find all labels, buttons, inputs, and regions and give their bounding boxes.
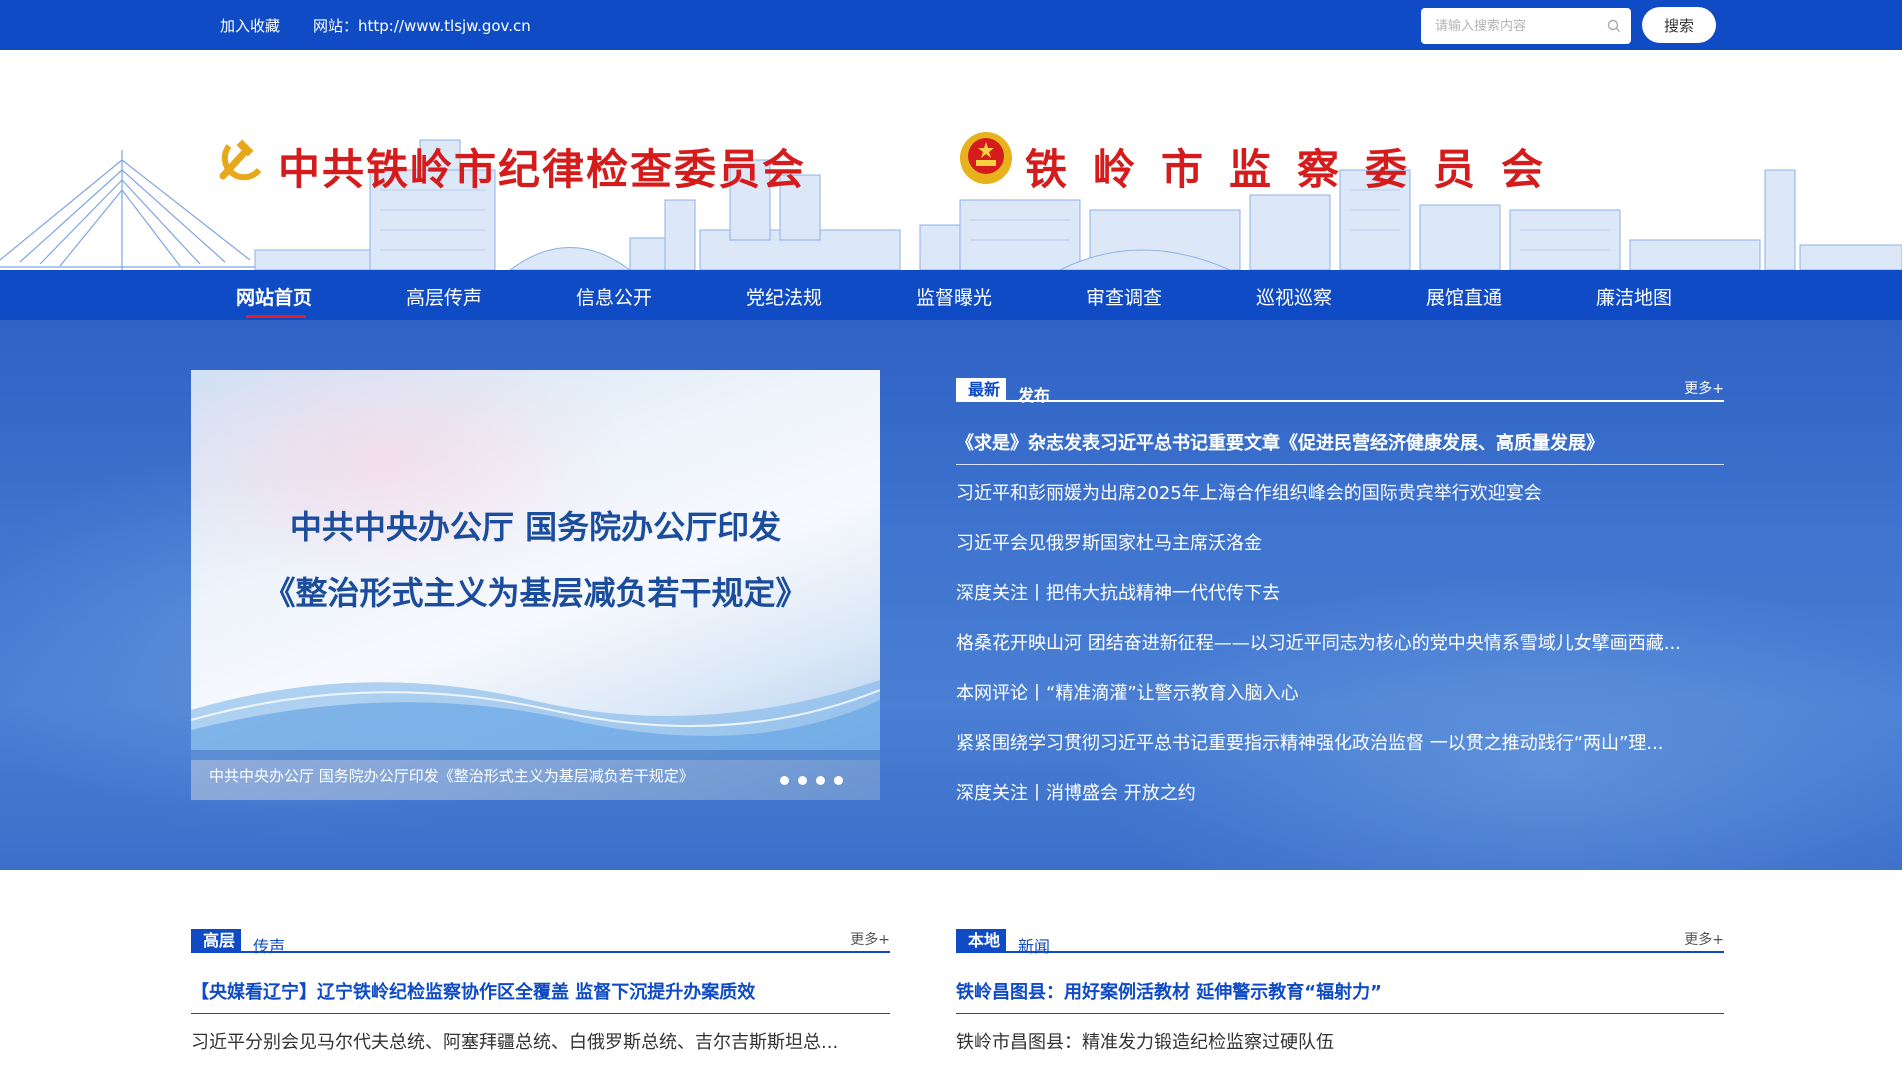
gaoceng-divider — [191, 1013, 890, 1014]
carousel-dot[interactable] — [798, 776, 807, 785]
nav-item-gaoceng[interactable]: 高层传声 — [406, 283, 482, 310]
latest-headline[interactable]: 《求是》杂志发表习近平总书记重要文章《促进民营经济健康发展、高质量发展》 — [956, 429, 1604, 455]
carousel-dot[interactable] — [834, 776, 843, 785]
party-emblem-icon — [219, 139, 262, 181]
gaoceng-news-item[interactable]: 习近平分别会见马尔代夫总统、阿塞拜疆总统、白俄罗斯总统、吉尔吉斯斯坦总... — [191, 1028, 838, 1054]
nav-item-home[interactable]: 网站首页 — [236, 283, 312, 310]
latest-more-link[interactable]: 更多+ — [1684, 378, 1724, 398]
latest-news-item[interactable]: 习近平和彭丽媛为出席2025年上海合作组织峰会的国际贵宾举行欢迎宴会 — [956, 479, 1542, 505]
local-news-item[interactable]: 铁岭市昌图县：精准发力锻造纪检监察过硬队伍 — [956, 1028, 1334, 1054]
search-icon[interactable] — [1607, 19, 1621, 33]
local-tag-sub: 新闻 — [1018, 937, 1051, 956]
nav-item-inspection[interactable]: 巡视巡察 — [1256, 283, 1332, 310]
carousel-dot[interactable] — [816, 776, 825, 785]
nav-item-regulations[interactable]: 党纪法规 — [746, 283, 822, 310]
search-box — [1421, 8, 1631, 44]
carousel-caption[interactable]: 中共中央办公厅 国务院办公厅印发《整治形式主义为基层减负若干规定》 — [209, 765, 694, 786]
local-news-section-header: 本地 新闻 更多+ — [956, 923, 1724, 956]
national-emblem-icon — [960, 132, 1012, 184]
headline-divider — [956, 464, 1724, 465]
nav-item-exhibition[interactable]: 展馆直通 — [1426, 283, 1502, 310]
nav-item-info[interactable]: 信息公开 — [576, 283, 652, 310]
commission-title-left: 中共铁岭市纪律检查委员会 — [278, 145, 807, 194]
hero-section: 中共中央办公厅 国务院办公厅印发 《整治形式主义为基层减负若干规定》 中共中央办… — [0, 320, 1902, 870]
carousel-dot[interactable] — [780, 776, 789, 785]
local-tag: 本地 — [956, 929, 1007, 953]
local-more-link[interactable]: 更多+ — [1684, 929, 1724, 949]
latest-news-header: 最新 发布 更多+ — [956, 372, 1724, 405]
carousel-dots — [780, 770, 852, 789]
latest-news-item[interactable]: 深度关注丨消博盛会 开放之约 — [956, 779, 1196, 805]
wave-decoration — [191, 680, 880, 760]
gaoceng-section-header: 高层 传声 更多+ — [191, 923, 890, 956]
gaoceng-tag: 高层 — [191, 929, 242, 953]
gaoceng-headline[interactable]: 【央媒看辽宁】辽宁铁岭纪检监察协作区全覆盖 监督下沉提升办案质效 — [191, 978, 755, 1004]
top-bar: 加入收藏 网站：http://www.tlsjw.gov.cn 搜索 — [0, 0, 1902, 50]
latest-news-item[interactable]: 紧紧围绕学习贯彻习近平总书记重要指示精神强化政治监督 一以贯之推动践行“两山”理… — [956, 729, 1724, 755]
latest-news-item[interactable]: 习近平会见俄罗斯国家杜马主席沃洛金 — [956, 529, 1262, 555]
latest-tag: 最新 — [956, 378, 1007, 402]
commission-title-right: 铁岭市监察委员会 — [1025, 145, 1570, 194]
local-headline[interactable]: 铁岭昌图县：用好案例活教材 延伸警示教育“辐射力” — [956, 978, 1382, 1004]
gaoceng-more-link[interactable]: 更多+ — [850, 929, 890, 949]
nav-item-map[interactable]: 廉洁地图 — [1596, 283, 1672, 310]
site-header: 中共铁岭市纪律检查委员会 铁岭市监察委员会 — [0, 50, 1902, 270]
slide-heading-line1: 中共中央办公厅 国务院办公厅印发 — [289, 508, 782, 546]
image-carousel[interactable]: 中共中央办公厅 国务院办公厅印发 《整治形式主义为基层减负若干规定》 中共中央办… — [191, 370, 880, 800]
carousel-caption-bar: 中共中央办公厅 国务院办公厅印发《整治形式主义为基层减负若干规定》 — [191, 750, 880, 800]
latest-news-item[interactable]: 深度关注丨把伟大抗战精神一代代传下去 — [956, 579, 1280, 605]
nav-item-investigation[interactable]: 审查调查 — [1086, 283, 1162, 310]
main-nav: 网站首页 高层传声 信息公开 党纪法规 监督曝光 审查调查 巡视巡察 展馆直通 … — [0, 270, 1902, 320]
local-divider — [956, 1013, 1724, 1014]
latest-news-item[interactable]: 格桑花开映山河 团结奋进新征程——以习近平同志为核心的党中央情系雪域儿女擘画西藏… — [956, 629, 1724, 655]
search-input[interactable] — [1421, 8, 1591, 44]
latest-tag-sub: 发布 — [1018, 386, 1051, 405]
add-favorite-link[interactable]: 加入收藏 — [220, 15, 280, 36]
search-button[interactable]: 搜索 — [1642, 7, 1716, 43]
slide-heading-line2: 《整治形式主义为基层减负若干规定》 — [263, 574, 808, 612]
latest-news-item[interactable]: 本网评论丨“精准滴灌”让警示教育入脑入心 — [956, 679, 1299, 705]
site-url-text: 网站：http://www.tlsjw.gov.cn — [313, 17, 531, 35]
gaoceng-tag-sub: 传声 — [253, 937, 286, 956]
nav-item-exposure[interactable]: 监督曝光 — [916, 283, 992, 310]
active-nav-underline — [246, 315, 306, 318]
